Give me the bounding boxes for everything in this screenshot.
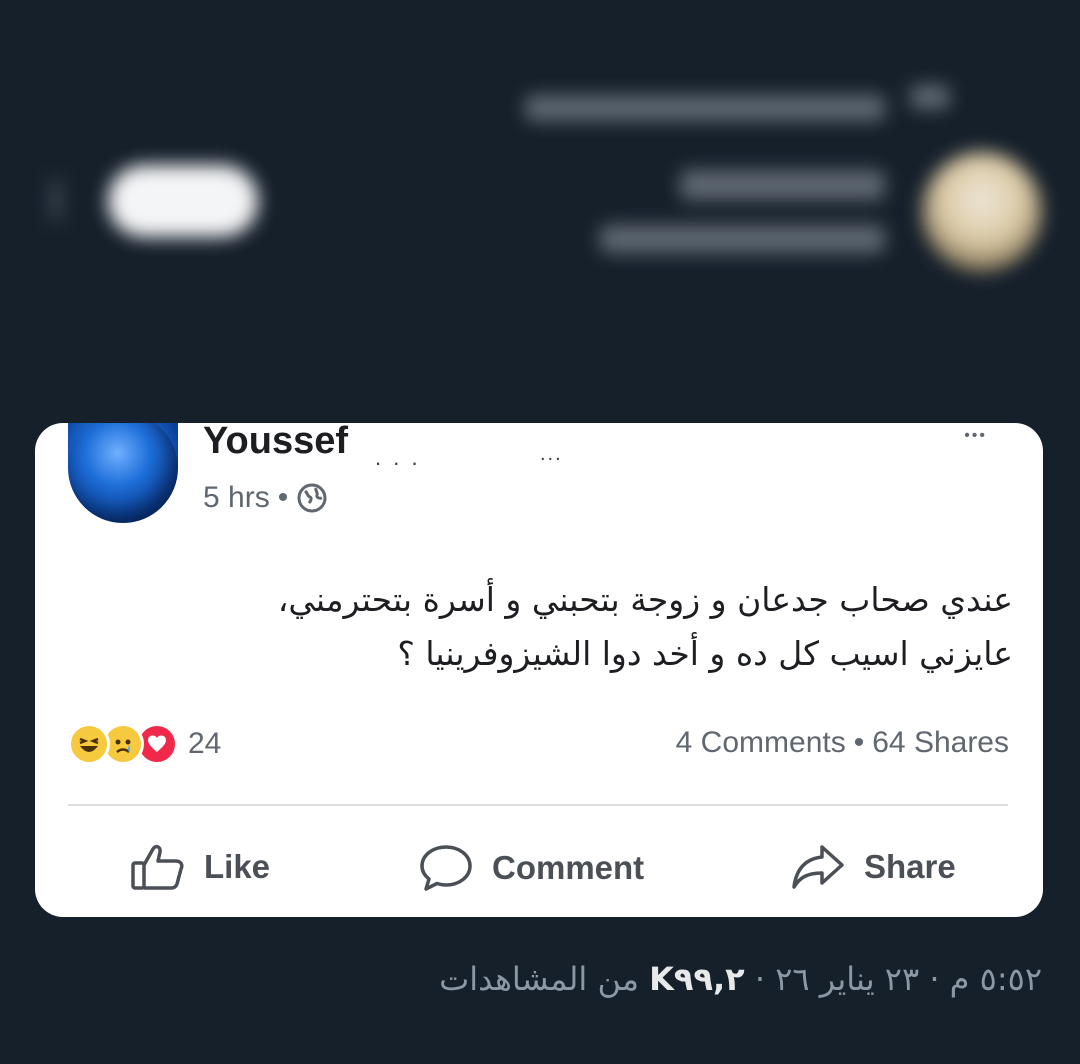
comments-count[interactable]: 4 Comments: [676, 726, 846, 760]
share-button[interactable]: Share: [790, 843, 956, 891]
more-options-icon[interactable]: •••: [964, 427, 987, 445]
comment-icon: [420, 845, 472, 891]
views-count[interactable]: K٩٩,٢: [649, 960, 745, 998]
post-text: عندي صحاب جدعان و زوجة بتحبني و أسرة بتح…: [63, 573, 1013, 681]
meta-dot: ·: [929, 960, 940, 998]
haha-icon: [68, 723, 110, 765]
share-arrow-icon: [792, 845, 844, 889]
tweet-time: ٥:٥٢ م: [949, 960, 1042, 998]
facebook-post-card: Youssef . . . ... ••• 5 hrs • عندي صحاب …: [35, 423, 1043, 917]
globe-icon: [297, 483, 327, 513]
meta-dot: ·: [754, 960, 766, 998]
share-label: Share: [864, 848, 956, 885]
avatar: [68, 423, 178, 523]
blurred-menu-icon[interactable]: [50, 178, 62, 222]
blurred-icon: [910, 85, 950, 109]
blurred-follow-button[interactable]: [108, 165, 258, 237]
redacted-dots: ...: [540, 443, 563, 465]
comment-label: Comment: [492, 849, 645, 886]
reaction-count: 24: [188, 727, 222, 760]
divider: [68, 804, 1008, 806]
author-name: Youssef: [203, 423, 349, 462]
blurred-text-line: [680, 170, 885, 200]
screen: Youssef . . . ... ••• 5 hrs • عندي صحاب …: [0, 0, 1080, 1064]
comment-button[interactable]: Comment: [418, 843, 644, 893]
blurred-text-line: [600, 225, 885, 253]
thumbs-up-icon: [131, 844, 184, 890]
post-stats: 4 Comments • 64 Shares: [676, 726, 1009, 760]
blurred-header: [0, 0, 1080, 400]
blurred-avatar: [922, 152, 1042, 272]
post-actions: Like Comment Share: [35, 843, 1043, 893]
post-meta: 5 hrs •: [203, 481, 328, 515]
post-text-line: عندي صحاب جدعان و زوجة بتحبني و أسرة بتح…: [277, 580, 1013, 619]
blurred-text-line: [525, 95, 885, 121]
tweet-metadata: ٥:٥٢ م · ٢٣ يناير ٢٦ · K٩٩,٢ من المشاهدا…: [439, 960, 1042, 998]
stats-separator: •: [853, 726, 865, 759]
reactions-summary[interactable]: 24: [68, 723, 221, 765]
tweet-date: ٢٣ يناير ٢٦: [775, 960, 920, 998]
like-label: Like: [204, 848, 271, 885]
post-text-line: عايزني اسيب كل ده و أخد دوا الشيزوفرينيا…: [397, 634, 1013, 673]
meta-separator: •: [277, 481, 289, 514]
post-time: 5 hrs: [203, 481, 270, 514]
redacted-name-dots: . . .: [375, 445, 421, 470]
like-button[interactable]: Like: [130, 843, 270, 891]
shares-count[interactable]: 64 Shares: [872, 726, 1009, 760]
views-label: من المشاهدات: [439, 960, 639, 998]
